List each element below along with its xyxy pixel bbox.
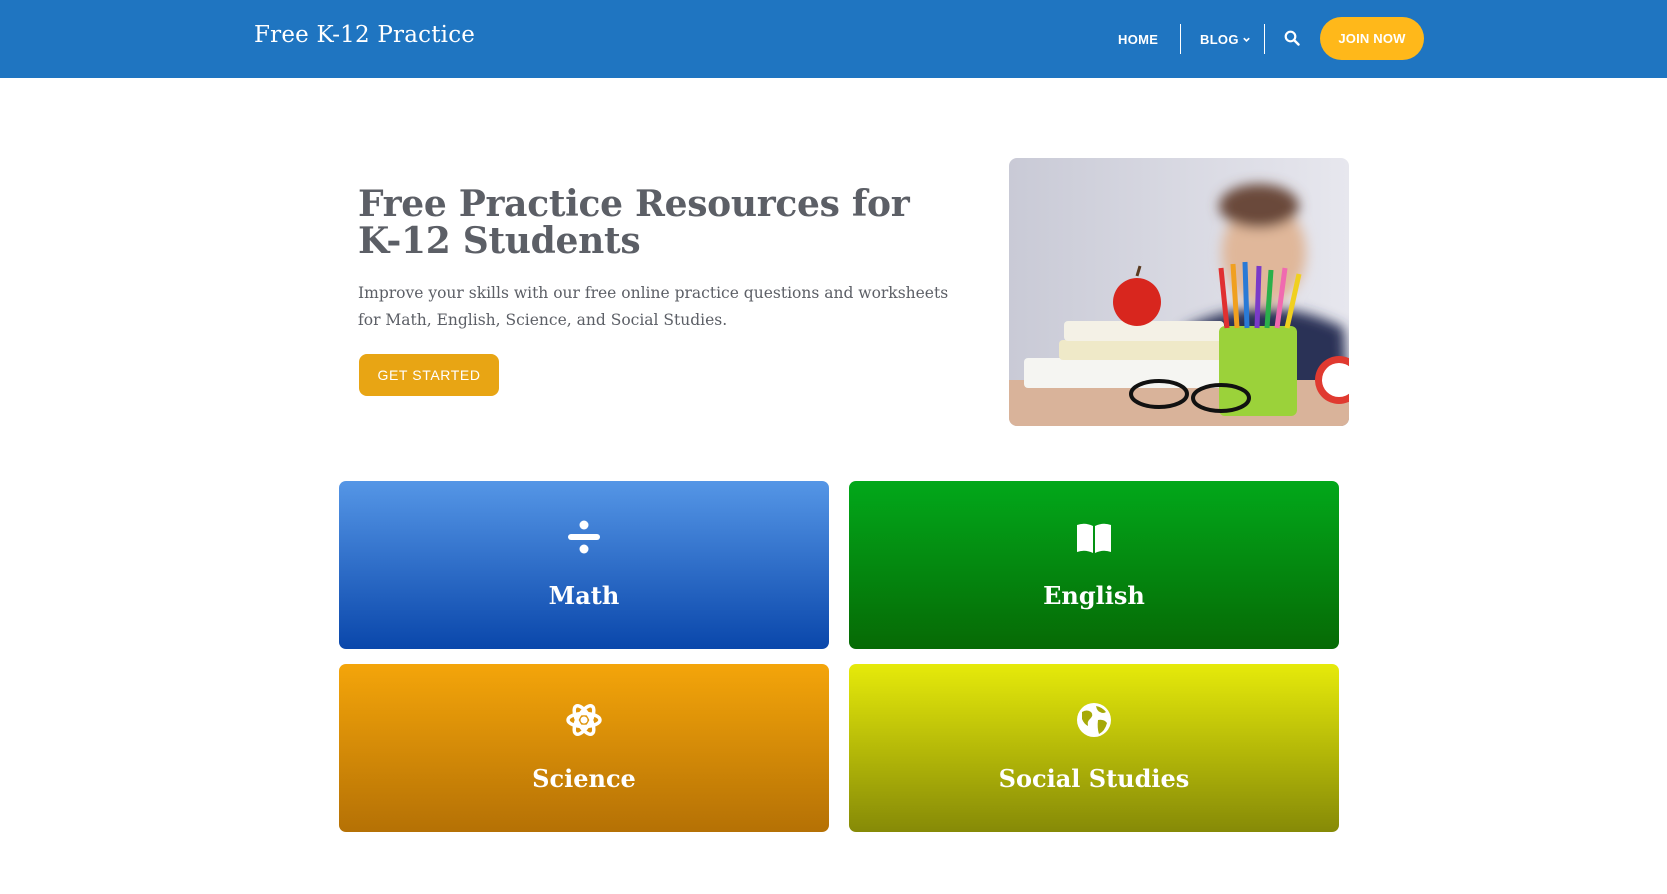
join-now-button[interactable]: JOIN NOW xyxy=(1320,17,1424,60)
get-started-button[interactable]: GET STARTED xyxy=(359,354,499,396)
chevron-down-icon xyxy=(1242,37,1250,42)
hero-title: Free Practice Resources for K-12 Student… xyxy=(358,183,910,262)
search-icon[interactable] xyxy=(1284,30,1300,46)
hero-description: Improve your skills with our free online… xyxy=(358,284,949,329)
subject-label: English xyxy=(1043,581,1145,610)
subject-label: Social Studies xyxy=(998,764,1190,793)
nav-divider xyxy=(1264,24,1265,54)
nav-home-link[interactable]: HOME xyxy=(1118,32,1158,47)
nav-blog-label: BLOG xyxy=(1200,32,1239,47)
divide-icon xyxy=(568,520,600,554)
atom-icon xyxy=(566,704,602,736)
open-book-icon xyxy=(1077,523,1111,553)
subject-label: Science xyxy=(532,764,636,793)
nav-divider xyxy=(1180,24,1181,54)
site-brand[interactable]: Free K-12 Practice xyxy=(254,22,475,48)
globe-icon xyxy=(1077,703,1111,737)
subject-card-english[interactable]: English xyxy=(849,481,1339,649)
subject-card-science[interactable]: Science xyxy=(339,664,829,832)
classroom-photo xyxy=(1009,158,1349,426)
site-header: Free K-12 Practice HOME BLOG JOIN NOW xyxy=(0,0,1667,78)
subject-card-social-studies[interactable]: Social Studies xyxy=(849,664,1339,832)
subject-label: Math xyxy=(548,581,620,610)
subject-card-math[interactable]: Math xyxy=(339,481,829,649)
nav-blog-menu[interactable]: BLOG xyxy=(1200,32,1251,47)
